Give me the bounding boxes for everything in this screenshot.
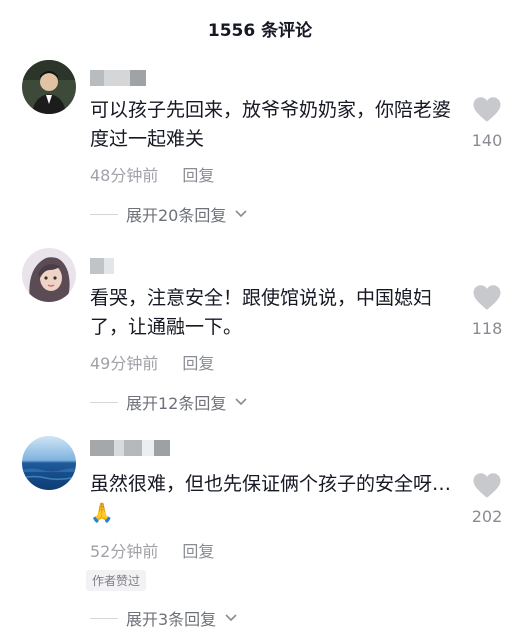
divider-line — [90, 401, 118, 403]
like-button[interactable]: 140 — [462, 96, 512, 150]
username-blurred[interactable] — [90, 258, 114, 276]
like-count: 118 — [471, 319, 503, 338]
comment-meta: 48分钟前 回复 — [90, 162, 214, 186]
comment-time: 52分钟前 — [90, 542, 159, 561]
expand-replies-button[interactable]: 展开12条回复 — [90, 390, 248, 414]
chevron-down-icon — [225, 614, 237, 622]
like-count: 140 — [471, 131, 503, 150]
reply-button[interactable]: 回复 — [182, 538, 214, 562]
heart-icon — [473, 285, 501, 310]
expand-replies-label: 展开12条回复 — [126, 394, 227, 413]
chevron-down-icon — [235, 398, 247, 406]
divider-line — [90, 617, 118, 619]
comment-meta: 52分钟前 回复 — [90, 538, 214, 562]
divider-line — [90, 213, 118, 215]
comment-text: 看哭，注意安全！跟使馆说说，中国媳妇了，让通融一下。 — [90, 287, 433, 338]
chevron-down-icon — [235, 210, 247, 218]
like-count: 202 — [471, 507, 503, 526]
comment-text: 可以孩子先回来，放爷爷奶奶家，你陪老婆度过一起难关 — [90, 99, 452, 150]
reply-button[interactable]: 回复 — [182, 350, 214, 374]
reply-button[interactable]: 回复 — [182, 162, 214, 186]
woman-avatar-icon[interactable] — [22, 248, 76, 302]
expand-replies-label: 展开3条回复 — [126, 610, 217, 629]
like-button[interactable]: 202 — [462, 472, 512, 526]
heart-icon — [473, 97, 501, 122]
author-liked-badge: 作者赞过 — [86, 570, 147, 591]
expand-replies-label: 展开20条回复 — [126, 206, 227, 225]
comments-header: 1556 条评论 — [0, 0, 520, 56]
heart-icon — [473, 473, 501, 498]
like-button[interactable]: 118 — [462, 284, 512, 338]
username-blurred[interactable] — [90, 440, 170, 458]
expand-replies-button[interactable]: 展开20条回复 — [90, 202, 248, 226]
ocean-avatar-icon[interactable] — [22, 436, 76, 490]
expand-replies-button[interactable]: 展开3条回复 — [90, 606, 238, 630]
person-avatar-icon[interactable] — [22, 60, 76, 114]
comment-time: 48分钟前 — [90, 166, 159, 185]
comment-meta: 49分钟前 回复 — [90, 350, 214, 374]
username-blurred[interactable] — [90, 70, 146, 88]
comment-time: 49分钟前 — [90, 354, 159, 373]
comment-count-title: 1556 条评论 — [207, 20, 313, 41]
comment-text: 虽然很难，但也先保证俩个孩子的安全呀…🙏 — [90, 473, 452, 524]
